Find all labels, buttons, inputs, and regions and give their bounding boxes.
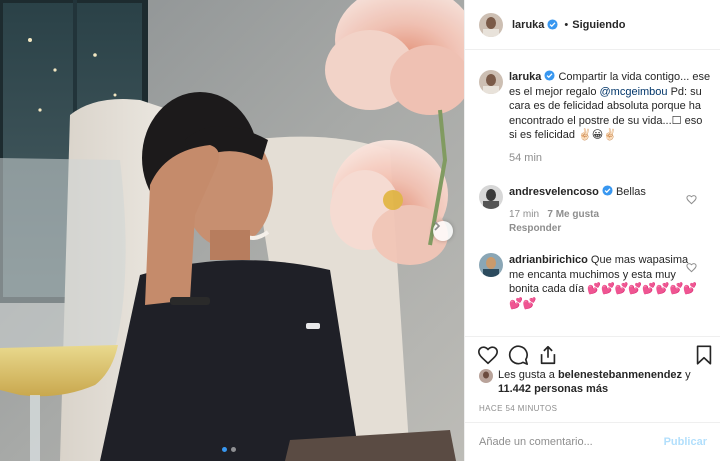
verified-badge-icon <box>602 185 613 196</box>
verified-badge-icon <box>547 19 558 30</box>
liker-avatar[interactable] <box>479 369 493 383</box>
likes-text: Les gusta a belenestebanmenendez y 11.44… <box>479 368 715 396</box>
share-icon[interactable] <box>537 344 559 366</box>
likes-summary: Les gusta a belenestebanmenendez y 11.44… <box>479 368 715 396</box>
header-separator: • <box>564 18 569 31</box>
avatar-image <box>479 253 503 277</box>
photo-illustration <box>0 0 464 461</box>
verified-badge-icon <box>544 70 555 81</box>
comment-like-heart-icon[interactable] <box>686 194 697 205</box>
comment-text: adrianbirichico Que mas wapasima me enca… <box>509 253 699 311</box>
comment-item: adrianbirichico Que mas wapasima me enca… <box>479 253 711 311</box>
comments-list: laruka Compartir la vida contigo... ese … <box>465 60 720 336</box>
caption-username[interactable]: laruka <box>509 71 541 83</box>
add-comment-bar: Añade un comentario... Publicar <box>465 422 720 461</box>
comment-body: Bellas <box>615 186 646 198</box>
post-header: laruka • Siguiendo <box>465 0 720 50</box>
avatar-image <box>479 369 493 383</box>
bookmark-icon[interactable] <box>693 344 715 366</box>
likes-user-link[interactable]: belenestebanmenendez <box>558 369 682 381</box>
avatar-image <box>479 185 503 209</box>
comment-item: andresvelencoso Bellas 17 min 7 Me gusta… <box>479 185 711 234</box>
post-action-bar <box>465 336 720 372</box>
carousel-next-button[interactable] <box>433 221 453 241</box>
heart-icon[interactable] <box>477 344 499 366</box>
header-username[interactable]: laruka <box>512 19 544 31</box>
follow-status-button[interactable]: Siguiendo <box>572 19 625 31</box>
carousel-dot <box>231 447 236 452</box>
comment-like-heart-icon[interactable] <box>686 262 697 273</box>
avatar[interactable] <box>479 185 503 209</box>
avatar[interactable] <box>479 12 503 37</box>
likes-prefix: Les gusta a <box>498 369 558 381</box>
avatar-image <box>479 70 503 94</box>
caption-time[interactable]: 54 min <box>509 152 711 164</box>
instagram-post: laruka • Siguiendo laruka Compartir la v… <box>0 0 720 461</box>
comment-time[interactable]: 17 min <box>509 209 539 220</box>
avatar[interactable] <box>479 253 503 277</box>
post-side-panel: laruka • Siguiendo laruka Compartir la v… <box>464 0 720 461</box>
post-timestamp[interactable]: HACE 54 MINUTOS <box>479 404 557 413</box>
caption-mention-link[interactable]: @mcgeimbou <box>600 86 668 98</box>
comment-likes-count[interactable]: 7 Me gusta <box>547 209 599 220</box>
chevron-right-icon <box>434 221 441 231</box>
comment-username[interactable]: andresvelencoso <box>509 186 599 198</box>
avatar-image <box>479 12 503 37</box>
comment-icon[interactable] <box>507 344 529 366</box>
likes-count-link[interactable]: 11.442 personas más <box>498 383 608 395</box>
add-comment-input[interactable]: Añade un comentario... <box>479 436 664 448</box>
avatar[interactable] <box>479 70 503 94</box>
caption-text: laruka Compartir la vida contigo... ese … <box>509 70 711 143</box>
comment-meta: 17 min 7 Me gusta Responder <box>509 209 711 234</box>
carousel-dot-active <box>222 447 227 452</box>
caption: laruka Compartir la vida contigo... ese … <box>479 70 711 164</box>
comment-username[interactable]: adrianbirichico <box>509 254 588 266</box>
carousel-indicator <box>222 447 236 452</box>
post-photo[interactable] <box>0 0 464 461</box>
comment-text: andresvelencoso Bellas <box>509 185 711 200</box>
publish-button[interactable]: Publicar <box>664 436 707 448</box>
comment-reply-button[interactable]: Responder <box>509 223 561 234</box>
likes-middle: y <box>682 369 691 381</box>
